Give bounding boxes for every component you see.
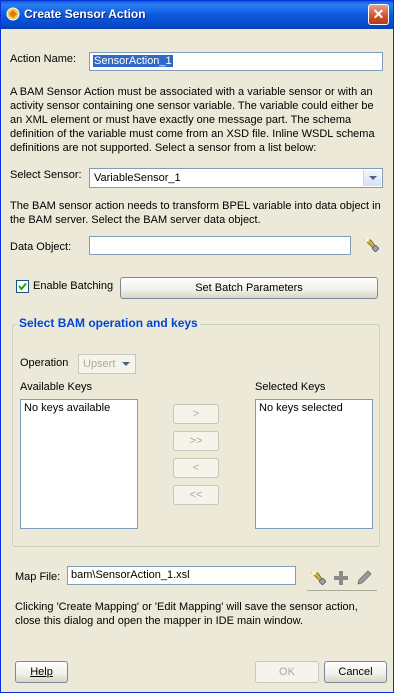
operation-dropdown[interactable]: Upsert <box>78 354 136 374</box>
available-keys-list[interactable]: No keys available <box>20 399 138 529</box>
enable-batching-label: Enable Batching <box>33 280 114 292</box>
available-keys-label: Available Keys <box>20 381 92 393</box>
move-right-button[interactable]: > <box>173 404 219 424</box>
bam-line: The BAM sensor action needs to transform… <box>10 200 381 212</box>
bam-description: The BAM sensor action needs to transform… <box>10 199 388 227</box>
select-sensor-label: Select Sensor: <box>10 169 82 181</box>
map-icons-divider <box>307 590 377 591</box>
intro-line: definitions are not supported. Select a … <box>10 142 317 154</box>
ok-button[interactable]: OK <box>255 661 319 683</box>
move-left-button[interactable]: < <box>173 458 219 478</box>
mapping-note-line: close this dialog and open the mapper in… <box>15 615 304 627</box>
select-sensor-dropdown[interactable]: VariableSensor_1 <box>89 168 383 188</box>
sensor-description: A BAM Sensor Action must be associated w… <box>10 85 388 155</box>
operation-label: Operation <box>20 357 69 369</box>
bam-line: the BAM server. Select the BAM server da… <box>10 214 261 226</box>
action-name-input[interactable]: SensorAction_1 <box>89 52 383 71</box>
cancel-button-label: Cancel <box>338 666 373 678</box>
intro-line: definition of the variable must come fro… <box>10 128 375 140</box>
enable-batching-checkbox[interactable] <box>16 280 29 293</box>
intro-line: A BAM Sensor Action must be associated w… <box>10 86 373 98</box>
checkmark-icon <box>18 282 27 291</box>
bam-operation-group-title: Select BAM operation and keys <box>17 316 200 330</box>
data-object-label: Data Object: <box>10 241 72 253</box>
list-item[interactable]: No keys selected <box>259 402 369 414</box>
ok-button-label: OK <box>279 666 295 678</box>
map-file-label: Map File: <box>15 571 61 583</box>
window-title: Create Sensor Action <box>24 7 146 21</box>
data-object-input[interactable] <box>89 236 351 255</box>
operation-value: Upsert <box>83 358 116 370</box>
sensor-app-icon <box>6 7 20 21</box>
cancel-button[interactable]: Cancel <box>324 661 387 683</box>
help-button-label: Help <box>30 666 53 678</box>
close-button[interactable]: ✕ <box>368 4 389 25</box>
map-file-value: bam\SensorAction_1.xsl <box>71 569 190 581</box>
chevron-down-icon[interactable] <box>363 170 381 186</box>
intro-line: activity sensor containing one sensor va… <box>10 100 374 112</box>
edit-pencil-icon[interactable] <box>355 569 373 587</box>
list-item[interactable]: No keys available <box>24 402 134 414</box>
mapping-note: Clicking 'Create Mapping' or 'Edit Mappi… <box>15 600 387 628</box>
intro-line: an XML element or must have exactly one … <box>10 114 352 126</box>
flashlight-icon[interactable] <box>309 569 327 587</box>
mapping-note-line: Clicking 'Create Mapping' or 'Edit Mappi… <box>15 601 358 613</box>
action-name-label: Action Name: <box>10 53 77 65</box>
map-file-input[interactable]: bam\SensorAction_1.xsl <box>67 566 296 585</box>
move-all-right-button[interactable]: >> <box>173 431 219 451</box>
flashlight-icon[interactable] <box>362 236 380 254</box>
create-sensor-action-dialog: Create Sensor Action ✕ Action Name: Sens… <box>0 0 394 693</box>
add-icon[interactable] <box>332 569 350 587</box>
move-all-left-button[interactable]: << <box>173 485 219 505</box>
close-icon: ✕ <box>372 6 385 22</box>
chevron-down-icon[interactable] <box>117 356 134 372</box>
set-batch-parameters-button[interactable]: Set Batch Parameters <box>120 277 378 299</box>
selected-keys-label: Selected Keys <box>255 381 326 393</box>
selected-keys-list[interactable]: No keys selected <box>255 399 373 529</box>
title-bar[interactable]: Create Sensor Action ✕ <box>1 1 393 29</box>
select-sensor-value: VariableSensor_1 <box>94 172 181 184</box>
help-button[interactable]: Help <box>15 661 68 683</box>
action-name-value: SensorAction_1 <box>93 55 173 67</box>
